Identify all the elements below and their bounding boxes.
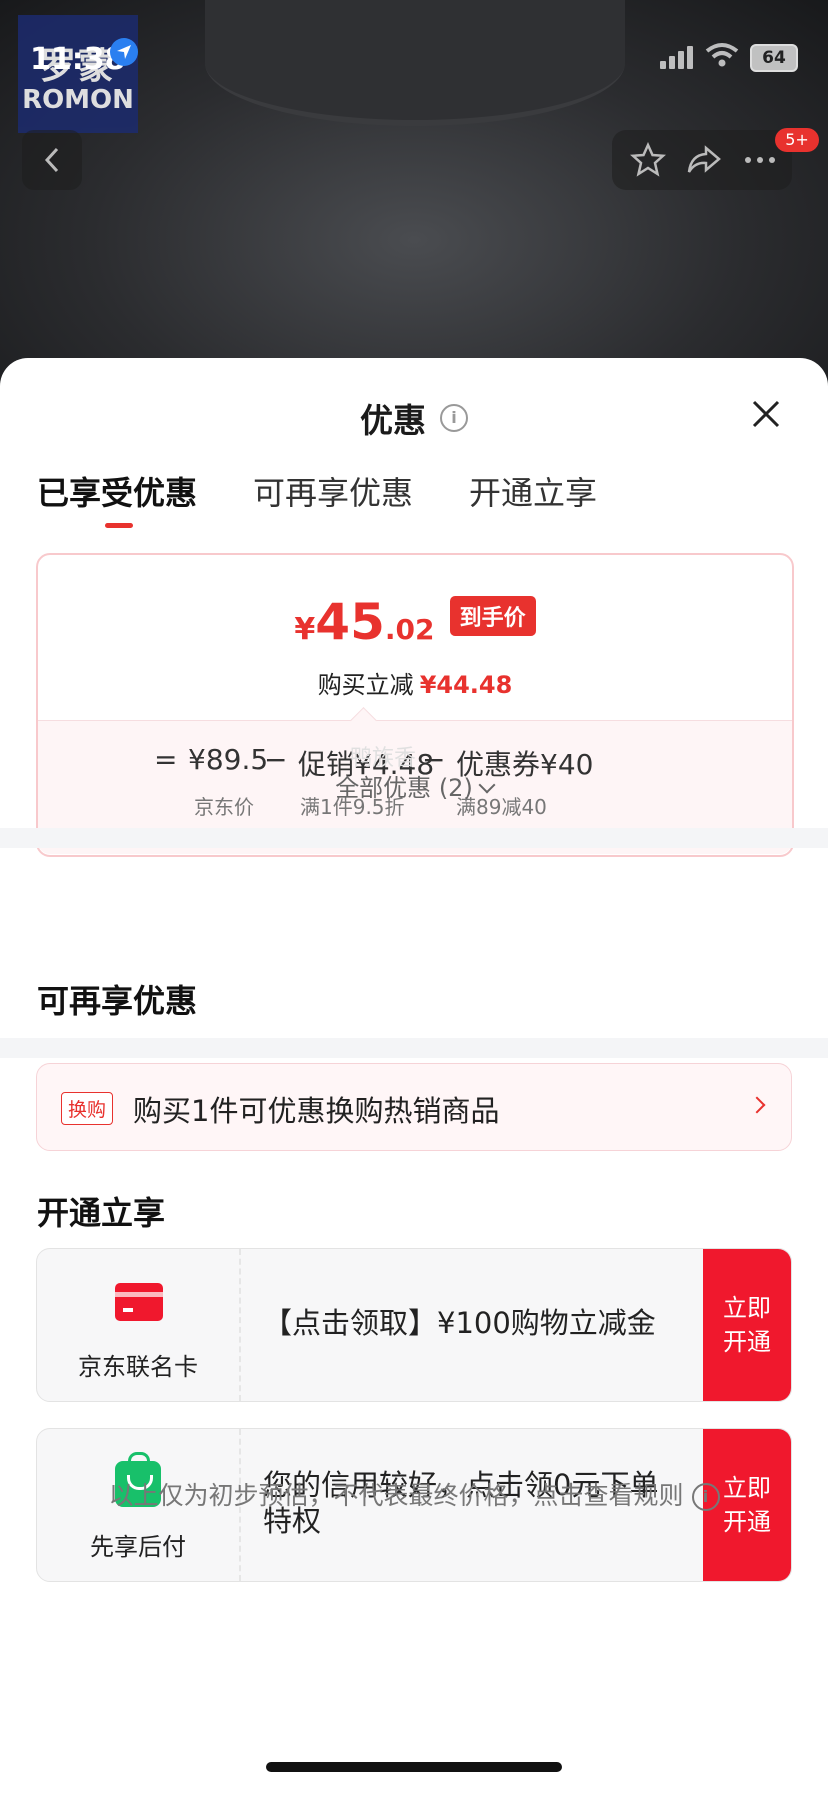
final-price-tag: 到手价 [449,596,536,636]
star-icon[interactable] [630,142,666,178]
credit-card-icon [115,1283,163,1321]
price-decimal: .02 [384,613,435,646]
home-indicator [266,1762,562,1772]
jd-co-branded-card-offer[interactable]: 京东联名卡 【点击领取】¥100购物立减金 立即 开通 [36,1248,792,1402]
trade-in-tag: 换购 [61,1092,114,1125]
chevron-down-icon [478,776,496,794]
chevron-right-icon [748,1096,766,1114]
brand-logo-en: ROMON [22,85,134,115]
tab-more-offers[interactable]: 可再享优惠 [253,468,413,514]
sheet-header: 优惠 i [0,394,828,442]
offer-label: 先享后付 [90,1533,186,1561]
price-integer: 45 [315,593,385,651]
trade-in-offer-row[interactable]: 换购 购买1件可优惠换购热销商品 [36,1063,792,1151]
tab-bar: 已享受优惠 可再享优惠 开通立享 [37,468,597,528]
more-offers-heading: 可再享优惠 [37,982,198,1020]
offer-icon-area: 京东联名卡 [37,1249,241,1401]
back-button[interactable] [22,130,82,190]
instant-discount-label: 购买立减 [317,671,414,699]
offer-description: 【点击领取】¥100购物立减金 [263,1306,656,1340]
offer-label: 京东联名卡 [78,1353,198,1381]
wifi-icon [705,42,739,72]
breakdown-notch [350,707,377,734]
all-offers-label: 全部优惠 (2) [335,774,473,802]
info-icon: i [691,1483,720,1511]
top-action-bar [612,130,792,190]
final-price: ¥45.02 到手价 [38,593,792,651]
more-icon[interactable] [742,142,778,178]
chevron-left-icon [44,147,59,173]
product-collar [205,0,625,126]
disclaimer-text: 以上仅为初步预估，不代表最终价格，点击查看规则 [108,1481,684,1510]
price-currency: ¥ [294,612,316,647]
section-separator [0,828,828,848]
all-offers-toggle[interactable]: 全部优惠 (2) [0,768,828,803]
location-arrow-icon [110,38,138,66]
discount-sheet: 优惠 i 已享受优惠 可再享优惠 开通立享 ¥45.02 到手价 购买立减 ¥44… [0,358,828,1793]
tab-enjoyed-offers[interactable]: 已享受优惠 [37,468,197,528]
cellular-signal-icon [660,46,693,69]
info-icon[interactable]: i [440,404,468,432]
instant-discount: 购买立减 ¥44.48 [38,665,792,700]
section-separator [0,1038,828,1058]
tab-activate-offers[interactable]: 开通立享 [469,468,597,514]
instant-discount-amount: ¥44.48 [419,671,513,699]
activate-offers-heading: 开通立享 [37,1194,166,1232]
activate-button[interactable]: 立即 开通 [703,1249,791,1401]
final-price-card: ¥45.02 到手价 购买立减 ¥44.48 = ¥89.5 京东价 − 促销¥4… [36,553,794,857]
price-disclaimer[interactable]: 以上仅为初步预估，不代表最终价格，点击查看规则 i [0,1476,828,1512]
battery-indicator: 64 [750,44,798,72]
trade-in-text: 购买1件可优惠换购热销商品 [133,1094,500,1128]
close-icon[interactable] [748,396,784,432]
share-icon[interactable] [686,142,722,178]
notification-badge: 5+ [775,128,819,152]
sheet-title: 优惠 [360,401,426,440]
